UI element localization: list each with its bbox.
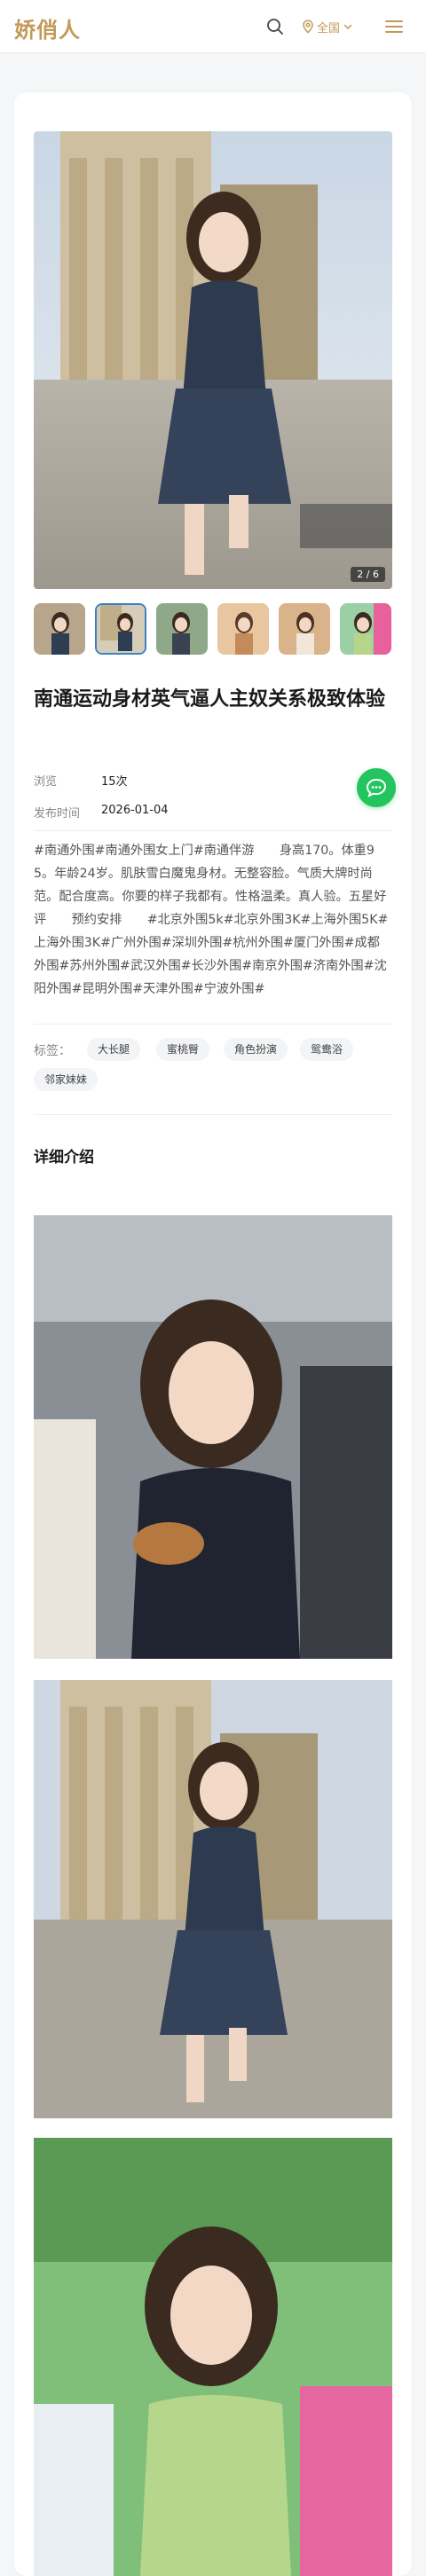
- views-value: 15次: [101, 775, 128, 789]
- site-logo[interactable]: 娇俏人: [14, 12, 81, 43]
- chat-icon: [366, 778, 387, 797]
- tag-chip[interactable]: 邻家妹妹: [34, 1068, 99, 1091]
- divider: [34, 830, 392, 831]
- site-header: 娇俏人 全国: [0, 0, 426, 53]
- photo-counter: 2 / 6: [351, 567, 385, 582]
- divider: [34, 1114, 392, 1115]
- views-label: 浏览: [34, 775, 58, 789]
- thumbnail-image: [340, 603, 391, 655]
- location-pin-icon: [303, 20, 313, 34]
- detail-photo-3[interactable]: [34, 2138, 392, 2576]
- thumbnail-image: [34, 603, 85, 655]
- detail-section-title: 详细介绍: [34, 1149, 94, 1166]
- location-selector[interactable]: 全国: [302, 16, 353, 37]
- search-button[interactable]: [263, 14, 288, 39]
- tags-label: 标签：: [34, 1044, 71, 1058]
- post-title: 南通运动身材英气逼人主奴关系极致体验: [34, 688, 386, 711]
- date-value: 2026-01-04: [101, 804, 169, 817]
- chat-button[interactable]: [357, 768, 396, 807]
- detail-photo-image: [34, 2138, 392, 2576]
- thumbnail-5[interactable]: [279, 603, 330, 655]
- chevron-down-icon: [343, 24, 352, 29]
- thumbnail-image: [217, 603, 269, 655]
- post-card: 2 / 6 南通运动身材英气逼人主奴关系极致体验 浏览 15次 发布时间 202…: [14, 92, 412, 2576]
- menu-button[interactable]: [383, 16, 405, 37]
- date-row: 发布时间 2026-01-04: [34, 804, 169, 821]
- detail-photo-image: [34, 1215, 392, 1659]
- thumbnail-2[interactable]: [95, 603, 146, 655]
- tag-chip[interactable]: 鸳鸯浴: [300, 1038, 354, 1061]
- post-description: #南通外围#南通外围女上门#南通伴游 身高170。体重95。年龄24岁。肌肤雪白…: [34, 844, 389, 996]
- detail-photo-1[interactable]: [34, 1215, 392, 1659]
- thumbnail-image: [97, 605, 145, 653]
- thumbnail-3[interactable]: [156, 603, 208, 655]
- search-icon: [267, 19, 283, 35]
- tag-chip[interactable]: 蜜桃臀: [156, 1038, 210, 1061]
- thumbnail-1[interactable]: [34, 603, 85, 655]
- tag-chip[interactable]: 角色扮演: [224, 1038, 288, 1061]
- tag-chip[interactable]: 大长腿: [87, 1038, 141, 1061]
- thumbnail-4[interactable]: [217, 603, 269, 655]
- menu-icon: [385, 20, 403, 33]
- divider: [34, 1024, 392, 1025]
- thumbnail-strip: [34, 603, 392, 656]
- main-photo[interactable]: 2 / 6: [34, 131, 392, 589]
- thumbnail-image: [279, 603, 330, 655]
- detail-photo-2[interactable]: [34, 1680, 392, 2118]
- views-row: 浏览 15次: [34, 772, 128, 789]
- location-label: 全国: [317, 21, 341, 35]
- thumbnail-image: [156, 603, 208, 655]
- thumbnail-6[interactable]: [340, 603, 391, 655]
- main-photo-image: [34, 131, 392, 589]
- detail-photo-image: [34, 1680, 392, 2118]
- date-label: 发布时间: [34, 807, 81, 821]
